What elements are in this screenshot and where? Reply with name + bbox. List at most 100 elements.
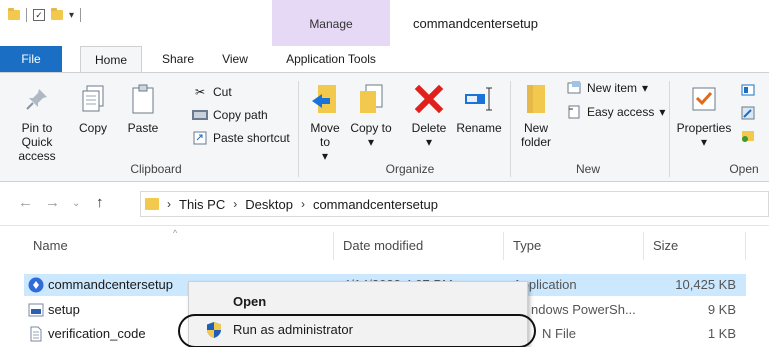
paste-icon <box>126 81 160 117</box>
quick-access-toolbar: ✓ ▾ <box>8 8 82 22</box>
new-folder-icon <box>519 81 553 117</box>
customize-toolbar-dropdown-icon[interactable]: ▾ <box>69 10 74 21</box>
column-header-type[interactable]: Type <box>513 238 541 253</box>
ribbon: Pin to Quick access Copy Paste ✂ Cut Cop… <box>0 72 769 182</box>
paste-shortcut-button[interactable]: Paste shortcut <box>192 131 290 145</box>
new-item-icon <box>566 81 582 95</box>
tab-application-tools[interactable]: Application Tools <box>272 46 390 72</box>
toolbar-divider <box>26 8 27 22</box>
breadcrumb-this-pc[interactable]: This PC <box>179 197 225 212</box>
cut-label: Cut <box>213 85 232 99</box>
group-divider <box>669 81 670 177</box>
tab-home[interactable]: Home <box>80 46 142 72</box>
properties-check-icon <box>687 81 721 117</box>
tab-share[interactable]: Share <box>150 46 206 72</box>
rename-button[interactable]: Rename <box>455 81 503 135</box>
file-size: 10,425 KB <box>675 277 736 292</box>
easy-access-icon <box>566 105 582 119</box>
open-icon <box>740 83 756 97</box>
powershell-script-icon <box>28 303 44 317</box>
folder-icon[interactable] <box>8 8 20 20</box>
sort-indicator-icon: ^ <box>173 228 178 238</box>
file-size: 1 KB <box>707 326 736 341</box>
move-to-icon <box>308 81 342 117</box>
tab-view[interactable]: View <box>210 46 260 72</box>
text-file-icon <box>30 326 42 342</box>
open-group-label: Open <box>729 162 759 176</box>
move-to-button[interactable]: Move to ▾ <box>304 81 346 163</box>
history-icon <box>740 128 756 142</box>
paste-shortcut-label: Paste shortcut <box>213 131 290 145</box>
easy-access-button[interactable]: Easy access ▾ <box>566 105 665 119</box>
rename-label: Rename <box>456 121 502 135</box>
properties-check-icon[interactable]: ✓ <box>33 9 45 21</box>
manage-context-tab: Manage <box>272 0 390 46</box>
properties-button[interactable]: Properties ▾ <box>674 81 734 149</box>
new-folder-label: New folder <box>520 121 552 149</box>
column-header-date-modified[interactable]: Date modified <box>343 238 423 253</box>
copy-path-icon <box>192 108 208 122</box>
window-title: commandcentersetup <box>413 16 539 31</box>
navigation-bar: ← → ⌄ ↑ › This PC › Desktop › commandcen… <box>0 182 769 226</box>
toolbar-divider <box>80 8 82 22</box>
column-header-name[interactable]: Name <box>33 238 68 253</box>
file-name: verification_code <box>48 326 146 341</box>
copy-to-button[interactable]: Copy to ▾ <box>350 81 392 149</box>
menu-item-open[interactable]: Open <box>233 294 573 316</box>
paste-label: Paste <box>127 121 159 135</box>
up-arrow-icon[interactable]: ↑ <box>96 194 104 211</box>
tab-file[interactable]: File <box>0 46 62 72</box>
address-bar[interactable]: › This PC › Desktop › commandcentersetup <box>140 191 769 217</box>
title-bar: ✓ ▾ Manage commandcentersetup <box>0 0 769 46</box>
column-divider[interactable] <box>503 232 504 260</box>
delete-x-icon <box>412 81 446 117</box>
clipboard-group-label: Clipboard <box>130 162 182 176</box>
copy-path-label: Copy path <box>213 108 268 122</box>
scissors-icon: ✂ <box>194 85 206 99</box>
new-folder-button[interactable]: New folder <box>514 81 558 149</box>
group-divider <box>298 81 299 177</box>
column-divider[interactable] <box>745 232 746 260</box>
easy-access-label: Easy access <box>587 105 655 119</box>
move-to-label: Move to ▾ <box>310 121 340 163</box>
easy-access-dropdown-icon: ▾ <box>659 105 666 119</box>
manage-label: Manage <box>309 17 353 31</box>
column-divider[interactable] <box>333 232 334 260</box>
copy-to-label: Copy to ▾ <box>350 121 392 149</box>
pin-icon <box>20 81 54 117</box>
copy-label: Copy <box>78 121 107 135</box>
back-arrow-icon[interactable]: ← <box>18 194 33 211</box>
copy-button[interactable]: Copy <box>70 81 116 135</box>
file-size: 9 KB <box>707 302 736 317</box>
copy-icon <box>76 81 110 117</box>
edit-button[interactable] <box>740 106 756 120</box>
copy-to-icon <box>354 81 388 117</box>
paste-button[interactable]: Paste <box>118 81 168 135</box>
chevron-right-icon[interactable]: › <box>301 197 305 211</box>
new-folder-icon[interactable] <box>51 8 63 20</box>
open-button[interactable] <box>740 83 756 97</box>
breadcrumb-commandcentersetup[interactable]: commandcentersetup <box>313 197 438 212</box>
chevron-right-icon[interactable]: › <box>167 197 171 211</box>
column-header-size[interactable]: Size <box>653 238 678 253</box>
copy-path-button[interactable]: Copy path <box>192 108 268 122</box>
file-name: commandcentersetup <box>48 277 174 292</box>
new-item-label: New item <box>587 81 638 95</box>
rename-icon <box>462 81 496 117</box>
new-group-label: New <box>575 162 600 176</box>
recent-locations-chevron-icon[interactable]: ⌄ <box>72 198 80 209</box>
breadcrumb-desktop[interactable]: Desktop <box>245 197 293 212</box>
delete-button[interactable]: Delete ▾ <box>404 81 454 149</box>
properties-label: Properties ▾ <box>676 121 732 149</box>
chevron-right-icon[interactable]: › <box>233 197 237 211</box>
edit-icon <box>740 106 756 120</box>
paste-shortcut-icon <box>192 131 208 145</box>
pin-to-quick-access-button[interactable]: Pin to Quick access <box>6 81 68 163</box>
column-divider[interactable] <box>643 232 644 260</box>
cut-button[interactable]: ✂ Cut <box>192 85 232 99</box>
forward-arrow-icon[interactable]: → <box>45 194 60 211</box>
group-divider <box>510 81 511 177</box>
new-item-button[interactable]: New item ▾ <box>566 81 648 95</box>
delete-label: Delete ▾ <box>411 121 447 149</box>
history-button[interactable] <box>740 128 756 142</box>
